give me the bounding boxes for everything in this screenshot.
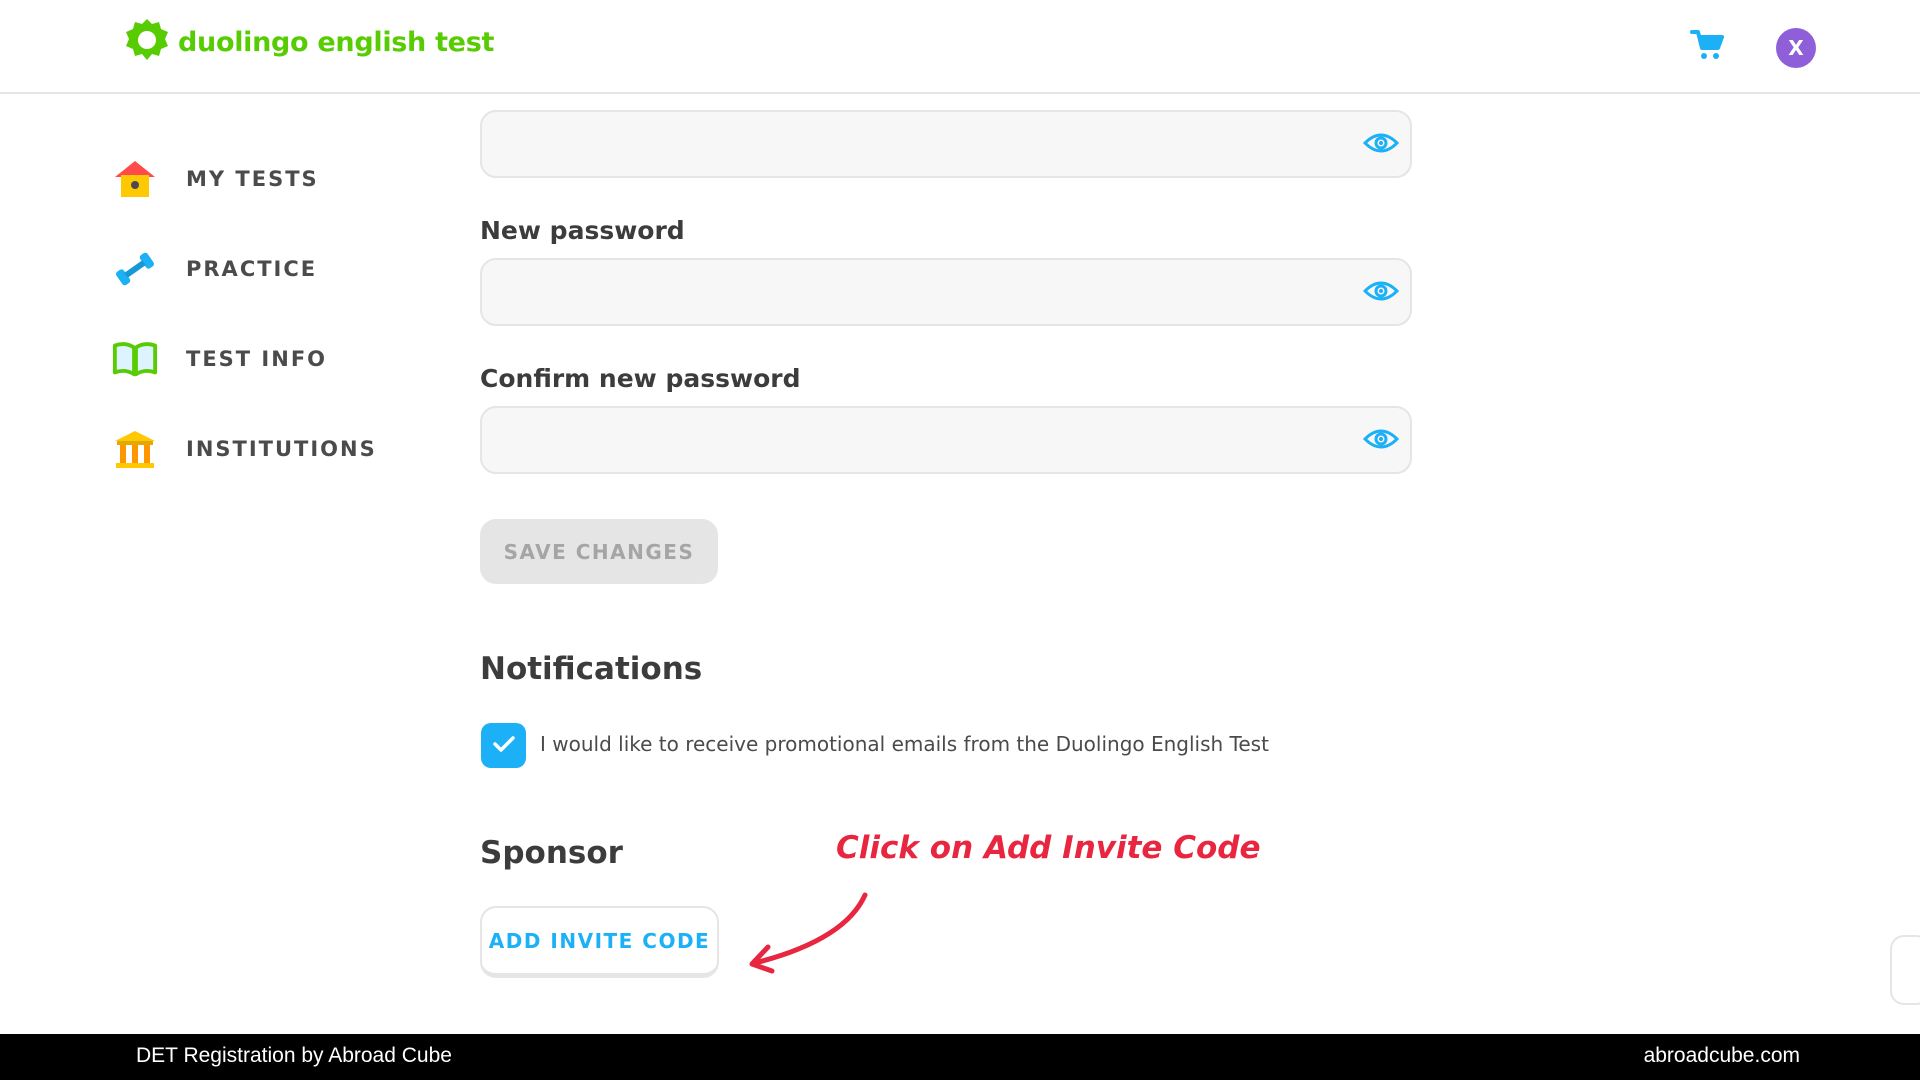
eye-icon[interactable]: [1362, 128, 1400, 158]
footer-right-text: abroadcube.com: [1643, 1044, 1800, 1067]
curved-arrow-icon: [740, 885, 870, 979]
top-header: duolingo english test X: [0, 0, 1920, 94]
duolingo-owl-logo-icon: [124, 17, 170, 67]
dumbbell-icon: [112, 246, 158, 292]
checkmark-icon: [492, 734, 516, 758]
add-invite-code-button[interactable]: ADD INVITE CODE: [480, 906, 719, 978]
cut-off-field-label: [480, 80, 600, 96]
promo-email-checkbox[interactable]: [481, 723, 526, 768]
house-icon: [112, 156, 158, 202]
promo-email-label: I would like to receive promotional emai…: [540, 732, 1269, 756]
sidebar-item-test-info[interactable]: TEST INFO: [112, 334, 327, 384]
confirm-password-input[interactable]: [500, 408, 1334, 474]
current-password-field[interactable]: [480, 110, 1412, 178]
eye-icon[interactable]: [1362, 276, 1400, 306]
eye-icon[interactable]: [1362, 424, 1400, 454]
sidebar-item-label: INSTITUTIONS: [186, 437, 377, 461]
footer-left-text: DET Registration by Abroad Cube: [136, 1044, 452, 1067]
sidebar-item-label: PRACTICE: [186, 257, 318, 281]
institution-icon: [112, 426, 158, 472]
confirm-password-field[interactable]: [480, 406, 1412, 474]
help-side-tab[interactable]: [1890, 935, 1920, 1005]
cart-icon[interactable]: [1690, 28, 1726, 66]
book-icon: [112, 336, 158, 382]
sidebar-item-label: TEST INFO: [186, 347, 328, 371]
new-password-input[interactable]: [500, 260, 1334, 326]
save-changes-button[interactable]: SAVE CHANGES: [480, 519, 718, 584]
confirm-password-label: Confirm new password: [480, 364, 801, 393]
footer-bar: DET Registration by Abroad Cube abroadcu…: [0, 1034, 1920, 1080]
sidebar-item-institutions[interactable]: INSTITUTIONS: [112, 424, 377, 474]
sidebar-item-practice[interactable]: PRACTICE: [112, 244, 317, 294]
new-password-label: New password: [480, 216, 685, 245]
sidebar-item-label: MY TESTS: [186, 167, 319, 191]
new-password-field[interactable]: [480, 258, 1412, 326]
sidebar-item-my-tests[interactable]: MY TESTS: [112, 154, 319, 204]
logo-text: duolingo english test: [178, 26, 495, 58]
sponsor-heading: Sponsor: [480, 835, 623, 871]
current-password-input[interactable]: [500, 112, 1334, 178]
user-avatar[interactable]: X: [1776, 28, 1816, 68]
instruction-annotation: Click on Add Invite Code: [836, 830, 1261, 866]
duolingo-logo[interactable]: duolingo english test: [124, 17, 494, 67]
notifications-heading: Notifications: [480, 651, 703, 687]
